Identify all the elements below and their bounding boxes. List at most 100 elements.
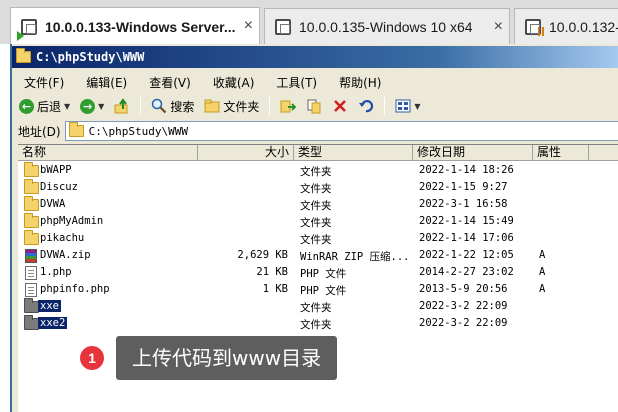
file-name: bWAPP — [40, 164, 72, 176]
delete-icon — [332, 98, 348, 114]
file-type: 文件夹 — [300, 319, 332, 331]
file-date: 2013-5-9 20:56 — [419, 283, 508, 295]
column-size[interactable]: 大小 — [198, 145, 294, 161]
file-type: PHP 文件 — [300, 285, 347, 297]
move-to-button[interactable] — [277, 95, 299, 117]
vm-tab-kali[interactable]: 10.0.0.132-k — [514, 8, 618, 44]
address-input[interactable]: C:\phpStudy\WWW — [64, 121, 618, 141]
vm-tab-label: 10.0.0.135-Windows 10 x64 — [299, 18, 473, 35]
file-type: 文件夹 — [300, 200, 332, 212]
file-type: 文件夹 — [300, 166, 332, 178]
search-button[interactable]: 搜索 — [148, 95, 197, 117]
file-type: PHP 文件 — [300, 268, 347, 280]
back-icon: ← — [19, 98, 34, 114]
folder-icon — [16, 48, 31, 63]
file-size: 1 KB — [262, 283, 288, 295]
toolbar-separator — [269, 97, 271, 115]
file-size: 21 KB — [256, 266, 288, 278]
menu-help[interactable]: 帮助(H) — [339, 74, 381, 91]
vm-icon — [275, 18, 291, 35]
menu-view[interactable]: 查看(V) — [149, 74, 191, 91]
chevron-down-icon[interactable]: ▼ — [414, 102, 420, 111]
list-item[interactable]: bWAPP 文件夹 2022-1-14 18:26 — [18, 162, 618, 180]
file-date: 2022-1-14 15:49 — [419, 215, 514, 227]
close-icon[interactable]: × — [244, 17, 253, 35]
column-date[interactable]: 修改日期 — [413, 145, 533, 161]
back-button[interactable]: ← 后退 ▼ — [16, 95, 73, 117]
file-name: xxe2 — [38, 317, 68, 329]
vm-tab-label: 10.0.0.133-Windows Server... — [45, 18, 236, 35]
address-value: C:\phpStudy\WWW — [88, 124, 188, 138]
undo-button[interactable] — [355, 95, 377, 117]
vm-tab-server[interactable]: 10.0.0.133-Windows Server... × — [10, 7, 260, 45]
list-item[interactable]: pikachu 文件夹 2022-1-14 17:06 — [18, 230, 618, 248]
file-date: 2022-1-15 9:27 — [419, 181, 508, 193]
file-date: 2022-1-14 18:26 — [419, 164, 514, 176]
toolbar-separator — [384, 97, 386, 115]
zip-icon — [25, 249, 37, 263]
step-badge: 1 — [80, 346, 104, 370]
list-item-selected[interactable]: xxe2 文件夹 2022-3-2 22:09 — [18, 315, 618, 333]
list-item[interactable]: Discuz 文件夹 2022-1-15 9:27 — [18, 179, 618, 197]
chevron-down-icon[interactable]: ▼ — [98, 102, 104, 111]
file-date: 2022-3-2 22:09 — [419, 300, 508, 312]
delete-button[interactable] — [329, 95, 351, 117]
folder-icon — [24, 298, 39, 313]
vm-tab-strip: 10.0.0.133-Windows Server... × 10.0.0.13… — [0, 0, 618, 45]
file-type: 文件夹 — [300, 217, 332, 229]
file-name: Discuz — [40, 181, 78, 193]
annotation-callout: 1 上传代码到www目录 — [80, 336, 338, 380]
file-type: 文件夹 — [300, 234, 332, 246]
file-rows: bWAPP 文件夹 2022-1-14 18:26 Discuz 文件夹 202… — [18, 162, 618, 333]
vm-tab-win10[interactable]: 10.0.0.135-Windows 10 x64 × — [264, 8, 510, 44]
up-icon — [114, 98, 130, 114]
copy-to-button[interactable] — [303, 95, 325, 117]
folders-button[interactable]: 文件夹 — [201, 95, 262, 117]
column-header: 名称 大小 类型 修改日期 属性 — [18, 145, 618, 161]
annotation-text: 上传代码到www目录 — [116, 336, 338, 380]
menu-file[interactable]: 文件(F) — [24, 74, 64, 91]
folders-label: 文件夹 — [223, 99, 260, 114]
column-type[interactable]: 类型 — [294, 145, 413, 161]
column-name[interactable]: 名称 — [18, 145, 198, 161]
vm-tab-label: 10.0.0.132-k — [549, 18, 618, 35]
close-icon[interactable]: × — [494, 18, 503, 36]
file-date: 2022-1-14 17:06 — [419, 232, 514, 244]
menu-favorites[interactable]: 收藏(A) — [213, 74, 255, 91]
copy-icon — [306, 98, 322, 114]
up-button[interactable] — [111, 95, 133, 117]
folder-icon — [24, 230, 39, 245]
undo-icon — [358, 98, 374, 114]
menu-edit[interactable]: 编辑(E) — [86, 74, 127, 91]
folder-icon — [68, 122, 84, 137]
list-item[interactable]: DVWA 文件夹 2022-3-1 16:58 — [18, 196, 618, 214]
views-button[interactable]: ▼ — [392, 95, 423, 117]
file-type: 文件夹 — [300, 302, 332, 314]
list-item[interactable]: DVWA.zip 2,629 KB WinRAR ZIP 压缩... 2022-… — [18, 248, 618, 265]
file-name: phpMyAdmin — [40, 215, 104, 227]
file-date: 2022-1-22 12:05 — [419, 249, 514, 261]
file-name: DVWA — [40, 198, 66, 210]
list-item[interactable]: 1.php 21 KB PHP 文件 2014-2-27 23:02 A — [18, 265, 618, 282]
forward-icon: → — [80, 98, 96, 114]
file-icon — [25, 266, 37, 280]
folder-icon — [24, 213, 39, 228]
file-name: xxe — [38, 300, 61, 312]
menu-tools[interactable]: 工具(T) — [276, 74, 317, 91]
menu-bar: 文件(F) 编辑(E) 查看(V) 收藏(A) 工具(T) 帮助(H) — [12, 72, 618, 92]
file-attr: A — [539, 266, 546, 278]
file-name: 1.php — [40, 266, 72, 278]
list-item-selected[interactable]: xxe 文件夹 2022-3-2 22:09 — [18, 298, 618, 316]
column-attr[interactable]: 属性 — [533, 145, 589, 161]
chevron-down-icon[interactable]: ▼ — [64, 102, 70, 111]
file-name: DVWA.zip — [40, 249, 91, 261]
search-label: 搜索 — [170, 99, 195, 114]
list-item[interactable]: phpinfo.php 1 KB PHP 文件 2013-5-9 20:56 A — [18, 282, 618, 299]
back-label: 后退 — [37, 99, 62, 114]
forward-button[interactable]: → ▼ — [77, 95, 107, 117]
list-item[interactable]: phpMyAdmin 文件夹 2022-1-14 15:49 — [18, 213, 618, 231]
title-bar[interactable]: C:\phpStudy\WWW — [12, 46, 618, 68]
folders-icon — [204, 98, 220, 114]
file-type: WinRAR ZIP 压缩... — [300, 251, 410, 263]
file-date: 2022-3-1 16:58 — [419, 198, 508, 210]
